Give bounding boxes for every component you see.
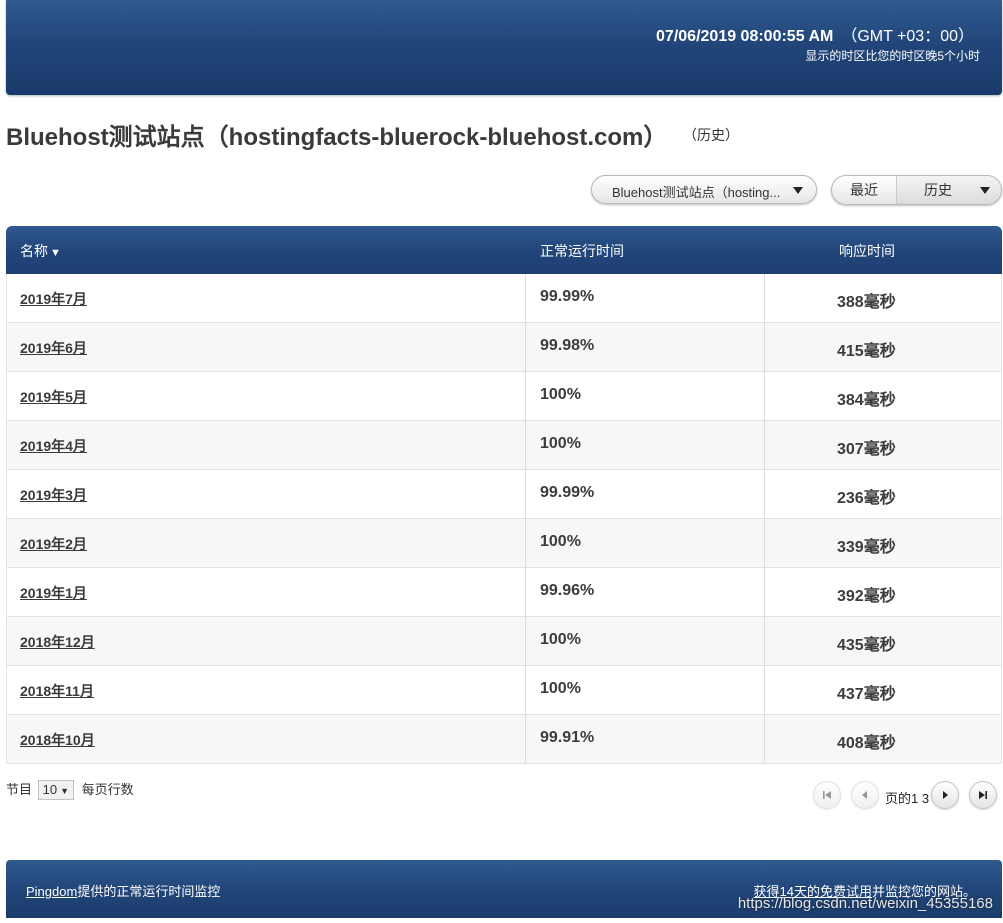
- column-header-response[interactable]: 响应时间: [839, 241, 895, 261]
- month-link[interactable]: 2019年7月: [20, 289, 87, 309]
- uptime-value: 99.99%: [540, 484, 595, 501]
- uptime-cell: 100%: [525, 666, 765, 714]
- uptime-value: 99.98%: [540, 337, 595, 354]
- uptime-table: 名称 ▼ 正常运行时间 响应时间 2019年7月 99.99% 388毫秒 2019年6…: [6, 226, 1002, 764]
- month-link[interactable]: 2019年1月: [20, 583, 87, 603]
- period-toggle: 最近 历史: [831, 175, 1002, 205]
- month-link[interactable]: 2018年10月: [20, 730, 95, 750]
- rows-per-page-value: 10: [42, 782, 58, 797]
- response-time-value: 384毫秒: [837, 392, 896, 409]
- uptime-value: 100%: [540, 631, 581, 648]
- month-link[interactable]: 2018年11月: [20, 681, 94, 701]
- timezone-note: 显示的时区比您的时区晚5个小时: [805, 49, 980, 63]
- next-page-button[interactable]: [931, 781, 959, 809]
- response-time-value: 388毫秒: [837, 294, 896, 311]
- table-header: 名称 ▼ 正常运行时间 响应时间: [6, 226, 1002, 274]
- timezone-label: （GMT +03：00）: [841, 28, 974, 45]
- response-time-value: 307毫秒: [837, 441, 896, 458]
- month-link[interactable]: 2019年5月: [20, 387, 87, 407]
- uptime-value: 99.96%: [540, 582, 595, 599]
- uptime-cell: 99.98%: [525, 323, 765, 371]
- uptime-cell: 99.99%: [525, 274, 765, 322]
- last-page-button[interactable]: [969, 781, 997, 809]
- first-page-icon: [823, 791, 831, 799]
- uptime-value: 99.91%: [540, 729, 595, 746]
- pingdom-link[interactable]: Pingdom: [26, 884, 77, 899]
- response-time-value: 236毫秒: [837, 490, 896, 507]
- column-header-name-label: 名称: [20, 243, 48, 259]
- rows-prefix-label: 节目: [6, 782, 33, 797]
- datetime-value: 07/06/2019 08:00:55 AM: [656, 28, 834, 45]
- table-row: 2019年5月 100% 384毫秒: [6, 372, 1002, 421]
- column-header-uptime[interactable]: 正常运行时间: [540, 241, 624, 261]
- history-label: （历史）: [683, 127, 739, 143]
- toggle-recent-button[interactable]: 最近: [832, 176, 897, 204]
- month-link[interactable]: 2018年12月: [20, 632, 95, 652]
- uptime-cell: 99.91%: [525, 715, 765, 763]
- uptime-value: 100%: [540, 533, 581, 550]
- response-time-value: 435毫秒: [837, 637, 896, 654]
- footer-left-label: 提供的正常运行时间监控: [77, 884, 221, 899]
- uptime-value: 100%: [540, 680, 581, 697]
- site-select-value: Bluehost测试站点（hosting...: [612, 185, 781, 200]
- page-info: 页的1 3: [885, 791, 930, 806]
- table-row: 2019年2月 100% 339毫秒: [6, 519, 1002, 568]
- chevron-down-icon: [793, 187, 803, 194]
- rows-per-page-control: 节目 10 ▼ 每页行数: [6, 779, 134, 800]
- prev-page-icon: [862, 791, 867, 799]
- uptime-cell: 100%: [525, 519, 765, 567]
- pagination: 页的1 3: [813, 779, 1002, 813]
- watermark-url: https://blog.csdn.net/weixin_45355168: [737, 895, 993, 912]
- last-page-icon: [979, 791, 987, 799]
- month-link[interactable]: 2019年6月: [20, 338, 87, 358]
- sort-desc-icon: ▼: [50, 247, 61, 259]
- table-row: 2018年12月 100% 435毫秒: [6, 617, 1002, 666]
- next-page-icon: [943, 791, 948, 799]
- site-select-dropdown[interactable]: Bluehost测试站点（hosting...: [591, 175, 817, 204]
- uptime-cell: 99.96%: [525, 568, 765, 616]
- table-row: 2019年6月 99.98% 415毫秒: [6, 323, 1002, 372]
- table-row: 2019年4月 100% 307毫秒: [6, 421, 1002, 470]
- response-time-value: 415毫秒: [837, 343, 896, 360]
- top-header-bar: 07/06/2019 08:00:55 AM （GMT +03：00） 显示的时区…: [6, 0, 1002, 95]
- footer-left-text: Pingdom提供的正常运行时间监控: [26, 881, 220, 900]
- page-title: Bluehost测试站点（hostingfacts-bluerock-blueh…: [6, 124, 668, 151]
- response-time-value: 408毫秒: [837, 735, 896, 752]
- toggle-history-label: 历史: [924, 182, 952, 198]
- month-link[interactable]: 2019年4月: [20, 436, 87, 456]
- month-link[interactable]: 2019年3月: [20, 485, 87, 505]
- table-row: 2018年10月 99.91% 408毫秒: [6, 715, 1002, 764]
- uptime-value: 100%: [540, 435, 581, 452]
- prev-page-button[interactable]: [851, 781, 879, 809]
- table-row: 2019年1月 99.96% 392毫秒: [6, 568, 1002, 617]
- server-datetime: 07/06/2019 08:00:55 AM （GMT +03：00）: [656, 22, 974, 46]
- uptime-cell: 99.99%: [525, 470, 765, 518]
- column-header-name[interactable]: 名称 ▼: [20, 241, 61, 261]
- table-body: 2019年7月 99.99% 388毫秒 2019年6月 99.98% 415毫秒 2019…: [6, 274, 1002, 764]
- response-time-value: 392毫秒: [837, 588, 896, 605]
- rows-per-page-select[interactable]: 10 ▼: [37, 780, 75, 800]
- uptime-cell: 100%: [525, 372, 765, 420]
- table-row: 2018年11月 100% 437毫秒: [6, 666, 1002, 715]
- uptime-cell: 100%: [525, 421, 765, 469]
- month-link[interactable]: 2019年2月: [20, 534, 87, 554]
- response-time-value: 339毫秒: [837, 539, 896, 556]
- chevron-down-icon[interactable]: [980, 187, 990, 194]
- table-row: 2019年7月 99.99% 388毫秒: [6, 274, 1002, 323]
- chevron-down-icon: ▼: [60, 786, 70, 796]
- uptime-cell: 100%: [525, 617, 765, 665]
- table-row: 2019年3月 99.99% 236毫秒: [6, 470, 1002, 519]
- response-time-value: 437毫秒: [837, 686, 896, 703]
- rows-suffix-label: 每页行数: [81, 782, 134, 797]
- uptime-value: 100%: [540, 386, 581, 403]
- first-page-button[interactable]: [813, 781, 841, 809]
- uptime-value: 99.99%: [540, 288, 595, 305]
